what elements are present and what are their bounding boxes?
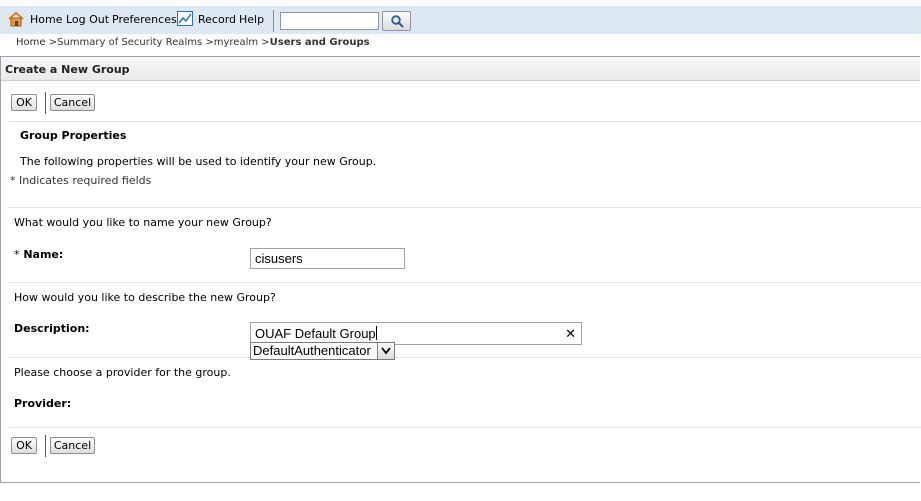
provider-label: Provider: bbox=[14, 397, 72, 410]
search-icon bbox=[391, 15, 404, 31]
section-description: The following properties will be used to… bbox=[20, 155, 377, 168]
required-asterisk: * bbox=[14, 248, 20, 261]
top-toolbar: Home Log Out Preferences Record Help bbox=[0, 6, 921, 34]
name-label: * Name: bbox=[14, 248, 63, 261]
cancel-button-bottom[interactable]: Cancel bbox=[50, 437, 95, 454]
button-divider bbox=[45, 435, 46, 457]
ok-button-top[interactable]: OK bbox=[11, 94, 37, 111]
home-link[interactable]: Home bbox=[30, 13, 62, 26]
breadcrumb-security-realms[interactable]: Summary of Security Realms > bbox=[57, 37, 214, 48]
divider bbox=[9, 357, 921, 358]
required-note: * Indicates required fields bbox=[10, 174, 152, 187]
chevron-down-icon[interactable] bbox=[377, 343, 394, 359]
search-button[interactable] bbox=[382, 11, 411, 31]
button-divider bbox=[45, 92, 46, 114]
description-field-value: OUAF Default Group bbox=[255, 326, 376, 341]
breadcrumb-myrealm[interactable]: myrealm > bbox=[214, 37, 270, 48]
name-label-text: Name: bbox=[23, 248, 64, 261]
provider-select[interactable]: DefaultAuthenticator bbox=[250, 342, 395, 360]
breadcrumb-current: Users and Groups bbox=[269, 37, 370, 48]
clear-icon[interactable]: ✕ bbox=[565, 323, 576, 344]
breadcrumb: Home >Summary of Security Realms >myreal… bbox=[16, 37, 370, 48]
text-cursor bbox=[375, 326, 377, 340]
logout-link[interactable]: Log Out bbox=[66, 13, 109, 26]
panel-header: Create a New Group bbox=[1, 57, 920, 81]
help-link[interactable]: Help bbox=[239, 13, 264, 26]
divider bbox=[9, 207, 921, 208]
page-title: Create a New Group bbox=[5, 63, 130, 76]
divider bbox=[9, 282, 921, 283]
name-field-value: cisusers bbox=[255, 251, 303, 266]
provider-question: Please choose a provider for the group. bbox=[14, 366, 231, 379]
cancel-button-top[interactable]: Cancel bbox=[50, 94, 95, 111]
breadcrumb-home[interactable]: Home > bbox=[16, 37, 57, 48]
ok-button-bottom[interactable]: OK bbox=[11, 437, 37, 454]
home-icon[interactable] bbox=[8, 11, 24, 30]
record-link[interactable]: Record bbox=[198, 13, 236, 26]
divider bbox=[9, 427, 921, 428]
name-question: What would you like to name your new Gro… bbox=[14, 216, 272, 229]
description-question: How would you like to describe the new G… bbox=[14, 291, 276, 304]
name-field[interactable]: cisusers bbox=[250, 248, 405, 269]
preferences-link[interactable]: Preferences bbox=[112, 13, 177, 26]
description-label: Description: bbox=[14, 322, 90, 335]
divider bbox=[9, 121, 921, 122]
section-title: Group Properties bbox=[20, 129, 127, 142]
create-group-panel: Create a New Group OK Cancel Group Prope… bbox=[0, 56, 921, 483]
record-icon[interactable] bbox=[177, 11, 193, 29]
toolbar-divider bbox=[273, 10, 274, 32]
provider-select-value: DefaultAuthenticator bbox=[253, 343, 371, 358]
search-input[interactable] bbox=[280, 12, 379, 30]
